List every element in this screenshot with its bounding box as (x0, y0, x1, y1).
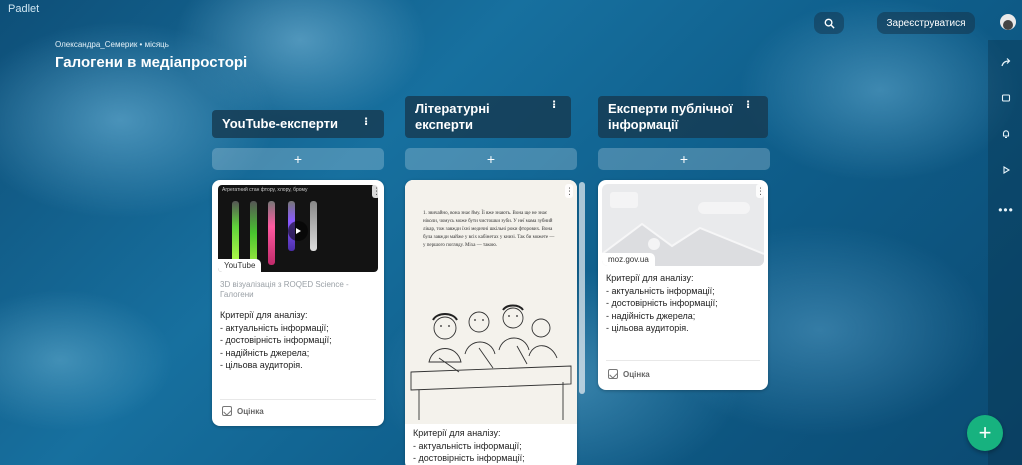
divider (220, 399, 376, 400)
rating-button[interactable]: Оцінка (608, 369, 650, 379)
column-title: Літературні експерти (415, 101, 490, 132)
body-line: - актуальність інформації; (413, 440, 522, 451)
body-line: - достовірність інформації; (413, 453, 525, 464)
remix-icon (1001, 94, 1011, 102)
search-icon (824, 18, 835, 29)
video-caption: 3D візуалізація з ROQED Science - Галоге… (220, 280, 349, 299)
avatar[interactable] (1000, 14, 1016, 30)
rating-icon (222, 406, 232, 416)
add-post-button[interactable]: + (212, 148, 384, 170)
column-header-public-info[interactable]: Експерти публічної інформації (598, 96, 768, 138)
page-title: Галогени в медіапросторі (55, 54, 248, 71)
more-icon: ••• (998, 203, 1014, 217)
body-line: - достовірність інформації; (220, 335, 332, 346)
link-preview-image[interactable]: moz.gov.ua (602, 184, 764, 266)
bell-icon (1002, 130, 1010, 138)
add-post-button[interactable]: + (405, 148, 577, 170)
divider (606, 360, 760, 361)
board-author: Олександра_Семерик • місяць (55, 40, 169, 49)
slideshow-button[interactable] (996, 160, 1016, 180)
padlet-logo[interactable]: Padlet (8, 3, 39, 15)
play-icon (1003, 166, 1011, 174)
body-line: - достовірність інформації; (606, 298, 718, 309)
register-button[interactable]: Зареєструватися (877, 12, 975, 34)
column-title: YouTube-експерти (222, 116, 339, 131)
book-illustration (410, 304, 572, 420)
notifications-button[interactable] (996, 124, 1016, 144)
column-title: Експерти публічної інформації (608, 101, 733, 132)
remix-button[interactable] (996, 88, 1016, 108)
body-line: - цільова аудиторія. (606, 323, 689, 334)
youtube-badge: YouTube (218, 259, 262, 272)
rating-label: Оцінка (623, 369, 650, 379)
body-line: - цільова аудиторія. (220, 360, 303, 371)
play-icon (296, 228, 301, 234)
column-header-youtube[interactable]: YouTube-експерти (212, 110, 384, 138)
column-menu-icon[interactable]: ⁝ (552, 98, 556, 111)
play-video-button[interactable] (288, 221, 308, 241)
body-line: - актуальність інформації; (220, 322, 329, 333)
add-post-button[interactable]: + (598, 148, 770, 170)
card-menu-icon[interactable]: ⋮ (372, 184, 381, 198)
body-line: Критерії для аналізу: (606, 273, 694, 283)
card-body: Критерії для аналізу: - актуальність інф… (606, 272, 764, 335)
card-menu-icon[interactable]: ⋮ (565, 184, 574, 198)
rating-label: Оцінка (237, 406, 264, 416)
body-line: - надійність джерела; (220, 347, 310, 358)
video-thumbnail[interactable]: Агрегатний стан фтору, хлору, брому YouT… (218, 185, 378, 272)
plus-icon: + (486, 151, 496, 167)
card-body: Критерії для аналізу: - актуальність інф… (220, 309, 380, 372)
body-line: - надійність джерела; (606, 310, 696, 321)
body-line: - актуальність інформації; (606, 285, 715, 296)
video-header: Агрегатний стан фтору, хлору, брому (222, 187, 308, 193)
post-card-public-info[interactable]: moz.gov.ua ⋮ Критерії для аналізу: - акт… (598, 180, 768, 390)
column-header-literary[interactable]: Літературні експерти (405, 96, 571, 138)
rating-button[interactable]: Оцінка (222, 406, 264, 416)
rating-icon (608, 369, 618, 379)
post-card-literary[interactable]: 1. звичайно, вона знає йму. Її вже знают… (405, 180, 577, 465)
source-badge: moz.gov.ua (602, 253, 655, 266)
search-button[interactable] (814, 12, 844, 34)
post-card-youtube[interactable]: Агрегатний стан фтору, хлору, брому YouT… (212, 180, 384, 426)
column-scrollbar[interactable] (579, 182, 585, 394)
more-button[interactable]: ••• (996, 200, 1016, 220)
card-body: Критерії для аналізу: - актуальність інф… (413, 427, 573, 465)
body-line: Критерії для аналізу: (220, 310, 308, 320)
add-post-fab[interactable]: + (967, 415, 1003, 451)
plus-icon: + (293, 151, 303, 167)
book-page-image[interactable]: 1. звичайно, вона знає йму. Її вже знают… (405, 180, 577, 424)
share-button[interactable] (996, 52, 1016, 72)
column-menu-icon[interactable]: ⁝ (364, 115, 368, 128)
body-line: Критерії для аналізу: (413, 428, 501, 438)
plus-icon: + (978, 420, 992, 445)
plus-icon: + (679, 151, 689, 167)
book-text: 1. звичайно, вона знає йму. Її вже знают… (423, 211, 555, 248)
card-menu-icon[interactable]: ⋮ (756, 184, 765, 198)
share-icon (1001, 58, 1011, 67)
column-menu-icon[interactable]: ⁝ (746, 98, 750, 111)
